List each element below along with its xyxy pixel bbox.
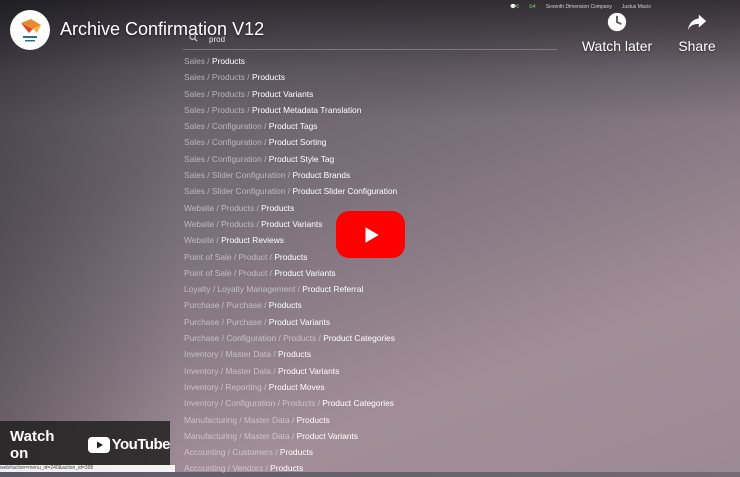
result-item[interactable]: Sales / Configuration / Product Sorting xyxy=(184,134,564,150)
result-leaf: Product Moves xyxy=(268,381,325,392)
result-leaf: Product Sorting xyxy=(268,137,327,148)
play-button[interactable] xyxy=(336,211,405,258)
result-item[interactable]: Loyalty / Loyalty Management / Product R… xyxy=(184,281,564,297)
result-path: Point of Sale / Product / xyxy=(184,251,275,262)
share-button[interactable]: Share xyxy=(657,10,737,54)
result-path: Sales / Configuration / xyxy=(184,137,269,148)
result-item[interactable]: Manufacturing / Master Data / Products xyxy=(184,412,564,428)
result-item[interactable]: Inventory / Configuration / Products / P… xyxy=(184,395,564,411)
result-item[interactable]: Sales / Products / Product Metadata Tran… xyxy=(184,102,564,118)
result-leaf: Product Variants xyxy=(251,88,314,99)
result-item[interactable]: Sales / Configuration / Product Tags xyxy=(184,118,564,134)
share-label: Share xyxy=(678,38,716,54)
result-leaf: Product Reviews xyxy=(221,235,284,246)
result-leaf: Product Categories xyxy=(322,398,394,409)
result-item[interactable]: Purchase / Purchase / Products xyxy=(184,297,564,313)
result-path: Purchase / Configuration / Products / xyxy=(184,333,324,344)
result-item[interactable]: Inventory / Master Data / Products xyxy=(184,346,564,362)
chat-icon[interactable]: 💬6 xyxy=(510,4,519,10)
result-path: Sales / Slider Configuration / xyxy=(184,186,293,197)
result-item[interactable]: Purchase / Configuration / Products / Pr… xyxy=(184,330,564,346)
watch-on-youtube-button[interactable]: Watch on YouTube xyxy=(0,421,171,468)
result-item[interactable]: Inventory / Master Data / Product Varian… xyxy=(184,363,564,379)
result-leaf: Product Style Tag xyxy=(268,153,335,164)
watch-later-label: Watch later xyxy=(581,38,653,54)
result-item[interactable]: Sales / Products / Products xyxy=(184,69,564,85)
result-leaf: Product Tags xyxy=(268,121,318,132)
clock-icon xyxy=(577,10,657,34)
result-leaf: Products xyxy=(279,447,313,458)
result-path: Inventory / Master Data / xyxy=(184,349,279,360)
result-path: Manufacturing / Master Data / xyxy=(184,430,297,441)
result-item[interactable]: Manufacturing / Master Data / Product Va… xyxy=(184,428,564,444)
result-item[interactable]: Sales / Slider Configuration / Product B… xyxy=(184,167,564,183)
channel-logo-icon xyxy=(21,19,41,42)
result-leaf: Products xyxy=(274,251,308,262)
result-leaf: Products xyxy=(268,300,302,311)
result-path: Sales / Products / xyxy=(184,88,252,99)
channel-avatar[interactable] xyxy=(10,10,50,50)
result-path: Sales / Configuration / xyxy=(184,153,269,164)
play-icon xyxy=(365,226,379,243)
result-item[interactable]: Sales / Configuration / Product Style Ta… xyxy=(184,151,564,167)
result-path: Manufacturing / Master Data / xyxy=(184,414,297,425)
result-leaf: Products xyxy=(296,414,330,425)
youtube-logo: YouTube xyxy=(87,436,171,453)
result-path: Website / Products / xyxy=(184,202,262,213)
result-path: Purchase / Purchase / xyxy=(184,300,269,311)
result-leaf: Products xyxy=(261,202,295,213)
result-leaf: Product Referral xyxy=(302,284,364,295)
result-leaf: Products xyxy=(278,349,312,360)
status-url: web#action=menu_id=240&action_id=395 xyxy=(0,465,175,472)
result-path: Inventory / Master Data / xyxy=(184,365,279,376)
result-item[interactable]: Accounting / Vendors / Products xyxy=(184,460,564,476)
result-leaf: Product Variants xyxy=(274,267,336,278)
youtube-play-icon xyxy=(87,436,110,453)
watch-on-label: Watch on xyxy=(10,427,55,462)
result-path: Point of Sale / Product / xyxy=(184,267,275,278)
result-item[interactable]: Sales / Slider Configuration / Product S… xyxy=(184,183,564,199)
result-leaf: Product Metadata Translation xyxy=(251,104,362,115)
result-leaf: Products xyxy=(211,56,245,66)
result-path: Website / xyxy=(184,235,222,246)
result-item[interactable]: Purchase / Purchase / Product Variants xyxy=(184,314,564,330)
video-title[interactable]: Archive Confirmation V12 xyxy=(60,19,264,40)
result-item[interactable]: Accounting / Customers / Products xyxy=(184,444,564,460)
result-path: Sales / Products / xyxy=(184,72,252,83)
result-leaf: Products xyxy=(251,72,286,83)
youtube-wordmark: YouTube xyxy=(111,436,171,453)
result-item[interactable]: Sales / Products xyxy=(184,53,564,69)
share-icon xyxy=(657,10,737,34)
result-leaf: Product Variants xyxy=(278,365,340,376)
result-leaf: Product Variants xyxy=(296,430,358,441)
result-path: Purchase / Purchase / xyxy=(184,316,269,327)
result-path: Sales / xyxy=(184,56,212,66)
result-path: Sales / Products / xyxy=(184,104,252,115)
result-leaf: Product Variants xyxy=(268,316,331,327)
result-leaf: Product Categories xyxy=(323,333,395,344)
result-path: Accounting / Customers / xyxy=(184,447,280,458)
result-path: Loyalty / Loyalty Management / xyxy=(184,284,303,295)
result-path: Inventory / Reporting / xyxy=(184,381,269,392)
result-item[interactable]: Inventory / Reporting / Product Moves xyxy=(184,379,564,395)
result-leaf: Product Variants xyxy=(261,218,323,229)
result-path: Website / Products / xyxy=(184,218,262,229)
result-path: Inventory / Configuration / Products / xyxy=(184,398,323,409)
result-path: Sales / Configuration / xyxy=(184,121,269,132)
result-path: Sales / Slider Configuration / xyxy=(184,170,293,181)
result-leaf: Product Slider Configuration xyxy=(292,186,398,197)
command-palette-results: Sales / Products Sales / Products / Produ… xyxy=(184,53,564,477)
watch-later-button[interactable]: Watch later xyxy=(577,10,657,54)
activity-icon[interactable]: ⏲4 xyxy=(529,4,536,10)
result-item[interactable]: Sales / Products / Product Variants xyxy=(184,86,564,102)
result-leaf: Product Brands xyxy=(292,170,351,181)
result-item[interactable]: Point of Sale / Product / Product Varian… xyxy=(184,265,564,281)
